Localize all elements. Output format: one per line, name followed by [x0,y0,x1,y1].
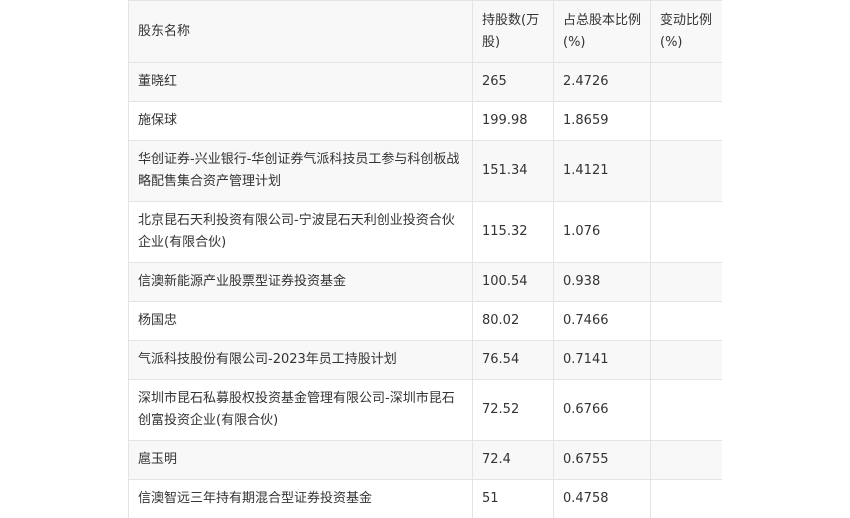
table-row: 杨国忠 80.02 0.7466 [128,301,722,341]
table-row: 施保球 199.98 1.8659 [128,101,722,141]
table-row: 董晓红 265 2.4726 [128,62,722,102]
table-row: 北京昆石天利投资有限公司-宁波昆石天利创业投资合伙企业(有限合伙) 115.32 1… [128,201,722,263]
header-shares: 持股数(万股) [472,0,554,63]
cell-shares: 199.98 [472,101,554,141]
cell-change-ratio [650,262,722,302]
table-row: 信澳智远三年持有期混合型证券投资基金 51 0.4758 [128,479,722,518]
table-row: 华创证券-兴业银行-华创证券气派科技员工参与科创板战略配售集合资产管理计划 151… [128,140,722,202]
cell-share-ratio: 2.4726 [553,62,651,102]
cell-change-ratio [650,140,722,202]
cell-change-ratio [650,101,722,141]
cell-share-ratio: 0.7141 [553,340,651,380]
cell-change-ratio [650,379,722,441]
cell-change-ratio [650,201,722,263]
table-row: 信澳新能源产业股票型证券投资基金 100.54 0.938 [128,262,722,302]
cell-shares: 72.52 [472,379,554,441]
table-header-row: 股东名称 持股数(万股) 占总股本比例(%) 变动比例(%) [128,0,722,63]
cell-shareholder-name: 信澳智远三年持有期混合型证券投资基金 [128,479,473,518]
cell-share-ratio: 1.4121 [553,140,651,202]
cell-change-ratio [650,62,722,102]
header-shareholder-name: 股东名称 [128,0,473,63]
cell-change-ratio [650,301,722,341]
cell-share-ratio: 1.8659 [553,101,651,141]
table-row: 气派科技股份有限公司-2023年员工持股计划 76.54 0.7141 [128,340,722,380]
cell-shareholder-name: 华创证券-兴业银行-华创证券气派科技员工参与科创板战略配售集合资产管理计划 [128,140,473,202]
cell-shares: 80.02 [472,301,554,341]
cell-shareholder-name: 深圳市昆石私募股权投资基金管理有限公司-深圳市昆石创富投资企业(有限合伙) [128,379,473,441]
cell-shares: 115.32 [472,201,554,263]
cell-share-ratio: 0.938 [553,262,651,302]
cell-shares: 265 [472,62,554,102]
cell-share-ratio: 1.076 [553,201,651,263]
header-share-ratio: 占总股本比例(%) [553,0,651,63]
cell-shareholder-name: 施保球 [128,101,473,141]
cell-share-ratio: 0.4758 [553,479,651,518]
cell-shares: 76.54 [472,340,554,380]
cell-shares: 51 [472,479,554,518]
cell-change-ratio [650,440,722,480]
table-row: 扈玉明 72.4 0.6755 [128,440,722,480]
cell-shareholder-name: 扈玉明 [128,440,473,480]
cell-change-ratio [650,340,722,380]
cell-shareholder-name: 信澳新能源产业股票型证券投资基金 [128,262,473,302]
cell-share-ratio: 0.6766 [553,379,651,441]
cell-shareholder-name: 杨国忠 [128,301,473,341]
cell-shareholder-name: 北京昆石天利投资有限公司-宁波昆石天利创业投资合伙企业(有限合伙) [128,201,473,263]
cell-change-ratio [650,479,722,518]
shareholder-table: 股东名称 持股数(万股) 占总股本比例(%) 变动比例(%) 董晓红 265 2.4… [128,0,722,518]
cell-share-ratio: 0.6755 [553,440,651,480]
cell-share-ratio: 0.7466 [553,301,651,341]
cell-shareholder-name: 董晓红 [128,62,473,102]
shareholder-table-container: 股东名称 持股数(万股) 占总股本比例(%) 变动比例(%) 董晓红 265 2.4… [128,0,722,518]
cell-shares: 151.34 [472,140,554,202]
cell-shareholder-name: 气派科技股份有限公司-2023年员工持股计划 [128,340,473,380]
header-change-ratio: 变动比例(%) [650,0,722,63]
cell-shares: 100.54 [472,262,554,302]
cell-shares: 72.4 [472,440,554,480]
table-row: 深圳市昆石私募股权投资基金管理有限公司-深圳市昆石创富投资企业(有限合伙) 72.… [128,379,722,441]
